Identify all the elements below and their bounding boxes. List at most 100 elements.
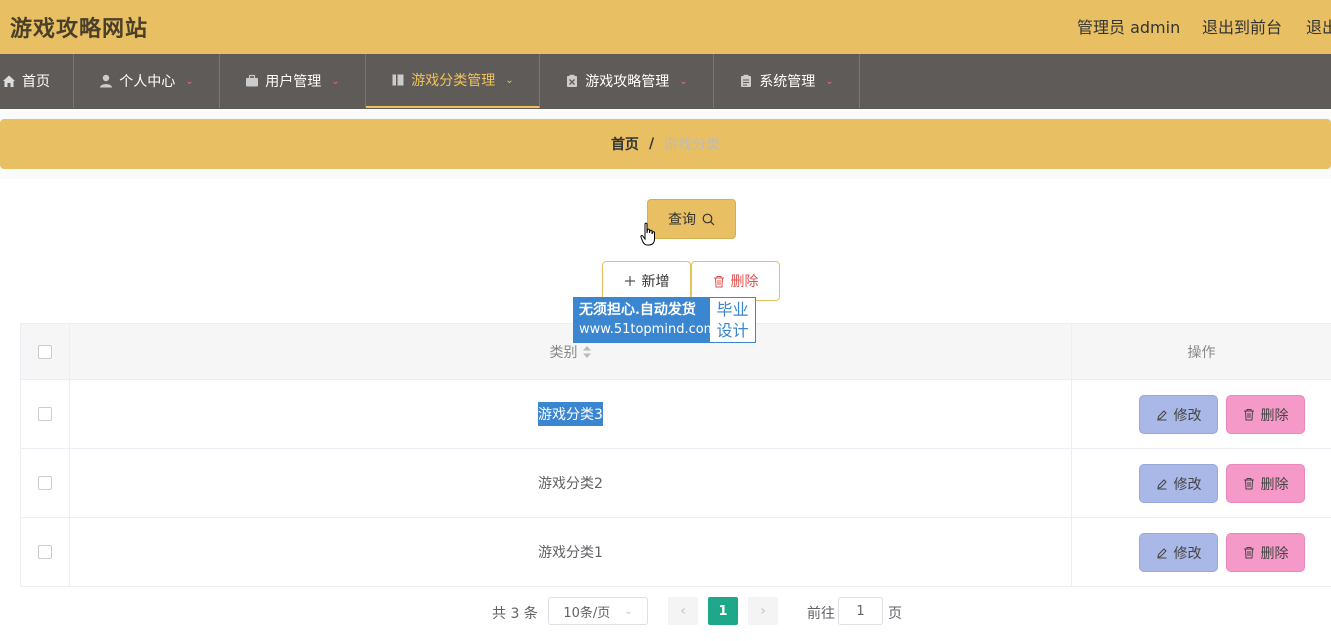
- edit-button[interactable]: 修改: [1139, 395, 1218, 434]
- row-checkbox[interactable]: [38, 476, 52, 490]
- batch-delete-label: 删除: [730, 274, 759, 290]
- edit-button[interactable]: 修改: [1139, 464, 1218, 503]
- chevron-left-icon: ‹: [680, 603, 686, 619]
- trash-icon: [1243, 547, 1254, 559]
- chevron-down-icon: ⌄: [624, 605, 633, 617]
- back-to-front-link[interactable]: 退出到前台: [1202, 14, 1282, 38]
- ad-right-line2: 设计: [716, 321, 749, 340]
- delete-button[interactable]: 删除: [1226, 464, 1305, 503]
- delete-label: 删除: [1260, 407, 1289, 424]
- breadcrumb-separator: /: [648, 136, 655, 152]
- page-suffix: 页: [888, 606, 902, 622]
- add-button[interactable]: 新增: [602, 261, 691, 301]
- nav-label: 用户管理: [265, 74, 322, 90]
- header-category-cell[interactable]: 类别: [70, 324, 1072, 379]
- delete-label: 删除: [1260, 476, 1289, 493]
- nav-item-system-management[interactable]: 系统管理 ⌄: [714, 54, 860, 108]
- nav-item-game-category-management[interactable]: 游戏分类管理 ⌄: [366, 54, 540, 108]
- page-size-select[interactable]: 10条/页 ⌄: [548, 597, 648, 625]
- pencil-icon: [1156, 547, 1167, 558]
- breadcrumb-home[interactable]: 首页: [611, 134, 639, 154]
- nav-item-personal-center[interactable]: 个人中心 ⌄: [74, 54, 220, 108]
- table-row: 游戏分类2 修改 删除: [20, 449, 1331, 518]
- trash-icon: [1243, 478, 1254, 490]
- category-cell: 游戏分类3: [70, 380, 1072, 448]
- chevron-down-icon: ⌄: [185, 75, 194, 87]
- row-check-cell: [20, 449, 70, 517]
- header-check-cell: [20, 324, 70, 379]
- chevron-down-icon: ⌄: [679, 75, 688, 87]
- row-checkbox[interactable]: [38, 545, 52, 559]
- edit-label: 修改: [1173, 476, 1202, 493]
- delete-label: 删除: [1260, 545, 1289, 562]
- edit-label: 修改: [1173, 407, 1202, 424]
- ad-right: 毕业 设计: [710, 298, 755, 342]
- delete-button[interactable]: 删除: [1226, 533, 1305, 572]
- next-page-button[interactable]: ›: [748, 597, 778, 625]
- edit-button[interactable]: 修改: [1139, 533, 1218, 572]
- chevron-down-icon: ⌄: [331, 75, 340, 87]
- hand-cursor-icon: [640, 222, 655, 246]
- book-icon: [392, 74, 404, 86]
- nav-label: 游戏分类管理: [411, 73, 496, 89]
- operation-cell: 修改 删除: [1072, 380, 1331, 448]
- ad-line2: www.51topmind.com: [579, 322, 717, 337]
- nav-item-game-guide-management[interactable]: 游戏攻略管理 ⌄: [540, 54, 714, 108]
- briefcase-icon: [246, 74, 259, 87]
- category-table: 类别 操作 游戏分类3 修改 删除 游戏分类2 修改 删除 游戏分类1 修改 删…: [20, 323, 1331, 587]
- page-number-button[interactable]: 1: [708, 597, 738, 625]
- category-value: 游戏分类1: [538, 545, 603, 561]
- home-icon: [3, 75, 15, 87]
- ad-left: 无须担心.自动发货 www.51topmind.com: [574, 298, 717, 342]
- nav-label: 系统管理: [759, 74, 816, 90]
- add-button-label: 新增: [641, 274, 670, 290]
- ad-line1: 无须担心.自动发货: [579, 302, 696, 318]
- breadcrumb: 首页 / 游戏分类: [0, 119, 1331, 169]
- nav-label: 首页: [22, 74, 50, 90]
- category-value: 游戏分类2: [538, 476, 603, 492]
- search-icon: [702, 213, 715, 225]
- table-row: 游戏分类3 修改 删除: [20, 380, 1331, 449]
- prev-page-button[interactable]: ‹: [668, 597, 698, 625]
- pagination: 共 3 条 10条/页 ⌄ ‹ 1 › 前往 页: [0, 597, 1331, 627]
- select-all-checkbox[interactable]: [38, 344, 52, 359]
- top-header: 游戏攻略网站 管理员 admin 退出到前台 退出: [0, 0, 1331, 54]
- chevron-right-icon: ›: [760, 603, 766, 619]
- trash-icon: [1243, 409, 1254, 421]
- main-nav: 首页 个人中心 ⌄ 用户管理 ⌄ 游戏分类管理 ⌄ 游戏攻略管理 ⌄ 系统管理 …: [0, 54, 1331, 109]
- operation-cell: 修改 删除: [1072, 449, 1331, 517]
- table-row: 游戏分类1 修改 删除: [20, 518, 1331, 587]
- row-check-cell: [20, 380, 70, 448]
- query-button-label: 查询: [668, 212, 696, 228]
- pagination-total: 共 3 条: [492, 606, 538, 622]
- nav-item-user-management[interactable]: 用户管理 ⌄: [220, 54, 366, 108]
- goto-page-input[interactable]: [838, 597, 883, 625]
- row-checkbox[interactable]: [38, 407, 52, 421]
- breadcrumb-current: 游戏分类: [664, 137, 721, 153]
- sort-icon[interactable]: [582, 345, 592, 359]
- category-cell: 游戏分类2: [70, 449, 1072, 517]
- chevron-down-icon: ⌄: [505, 74, 514, 86]
- plus-icon: [624, 276, 635, 286]
- pencil-icon: [1156, 409, 1167, 420]
- trash-icon: [713, 275, 724, 287]
- operation-cell: 修改 删除: [1072, 518, 1331, 586]
- category-cell: 游戏分类1: [70, 518, 1072, 586]
- pencil-icon: [1156, 478, 1167, 489]
- chevron-down-icon: ⌄: [825, 75, 834, 87]
- admin-label: 管理员 admin: [1077, 18, 1181, 37]
- edit-label: 修改: [1173, 545, 1202, 562]
- site-title: 游戏攻略网站: [10, 17, 149, 42]
- clipboard-icon: [741, 74, 752, 87]
- ad-right-line1: 毕业: [716, 300, 749, 319]
- batch-delete-button[interactable]: 删除: [691, 261, 780, 301]
- delete-button[interactable]: 删除: [1226, 395, 1305, 434]
- category-value: 游戏分类3: [538, 402, 603, 426]
- logout-link[interactable]: 退出: [1306, 14, 1331, 38]
- user-icon: [100, 74, 113, 88]
- nav-label: 个人中心: [119, 74, 176, 90]
- category-header: 类别: [549, 344, 578, 361]
- nav-label: 游戏攻略管理: [585, 74, 670, 90]
- nav-item-home[interactable]: 首页: [0, 54, 74, 108]
- query-button[interactable]: 查询: [647, 199, 736, 239]
